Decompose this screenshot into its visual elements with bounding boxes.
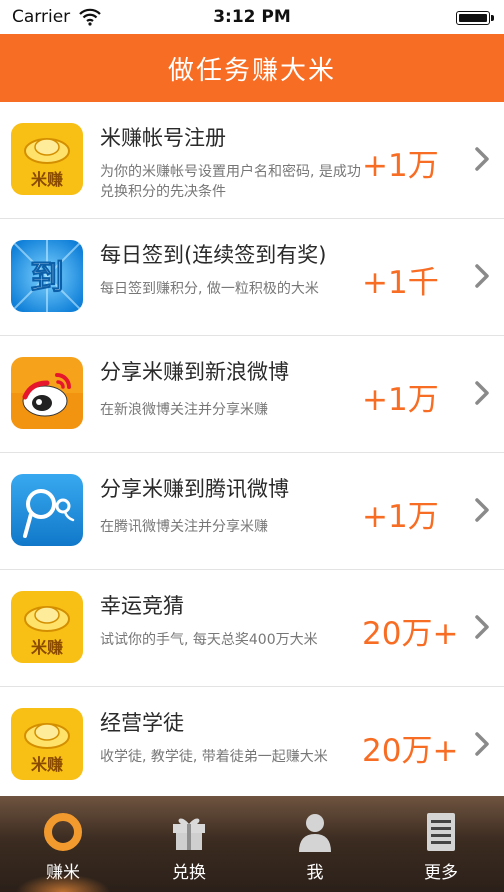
svg-text:米赚: 米赚: [31, 755, 63, 774]
task-reward: +1万: [362, 382, 439, 418]
task-row-register[interactable]: 米赚 米赚帐号注册 为你的米赚帐号设置用户名和密码, 是成功兑换积分的先决条件 …: [0, 102, 504, 219]
svg-text:米赚: 米赚: [31, 170, 63, 189]
task-name: 每日签到(连续签到有奖): [100, 243, 327, 267]
task-name: 经营学徒: [100, 711, 184, 735]
task-list[interactable]: 米赚 米赚帐号注册 为你的米赚帐号设置用户名和密码, 是成功兑换积分的先决条件 …: [0, 102, 504, 796]
svg-text:米赚: 米赚: [31, 638, 63, 657]
checkin-icon: 到: [11, 240, 83, 312]
chevron-right-icon: [475, 732, 489, 756]
task-row-sina-weibo[interactable]: 分享米赚到新浪微博 在新浪微博关注并分享米赚 +1万: [0, 336, 504, 453]
task-name: 分享米赚到新浪微博: [100, 360, 289, 384]
ring-icon: [39, 810, 87, 854]
task-name: 幸运竞猜: [100, 594, 184, 618]
tab-label: 更多: [424, 863, 458, 883]
tab-more[interactable]: 更多: [378, 796, 504, 892]
svg-text:到: 到: [30, 258, 64, 298]
tab-me[interactable]: 我: [252, 796, 378, 892]
task-row-checkin[interactable]: 到 每日签到(连续签到有奖) 每日签到赚积分, 做一粒积极的大米 +1千: [0, 219, 504, 336]
task-name: 米赚帐号注册: [100, 126, 226, 150]
task-name: 分享米赚到腾讯微博: [100, 477, 289, 501]
tab-label: 赚米: [46, 863, 80, 883]
nav-bar: 做任务赚大米: [0, 34, 504, 102]
chevron-right-icon: [475, 615, 489, 639]
battery-icon: [456, 11, 494, 25]
page-title: 做任务赚大米: [167, 55, 336, 86]
tab-earn[interactable]: 赚米: [0, 796, 126, 892]
chevron-right-icon: [475, 381, 489, 405]
task-desc: 每日签到赚积分, 做一粒积极的大米: [100, 281, 319, 297]
task-row-apprentice[interactable]: 米赚 经营学徒 收学徒, 教学徒, 带着徒弟一起赚大米 20万+: [0, 687, 504, 796]
task-row-lucky-guess[interactable]: 米赚 幸运竞猜 试试你的手气, 每天总奖400万大米 20万+: [0, 570, 504, 687]
chevron-right-icon: [475, 498, 489, 522]
mizhuan-ingot-icon: 米赚: [11, 123, 83, 195]
task-desc: 试试你的手气, 每天总奖400万大米: [100, 632, 318, 648]
task-reward: 20万+: [362, 616, 459, 652]
task-reward: +1万: [362, 499, 439, 535]
list-icon: [417, 810, 465, 854]
gift-icon: [165, 810, 213, 854]
user-icon: [291, 810, 339, 854]
chevron-right-icon: [475, 264, 489, 288]
tab-exchange[interactable]: 兑换: [126, 796, 252, 892]
status-bar: Carrier 3:12 PM: [0, 0, 504, 34]
task-reward: +1千: [362, 265, 439, 301]
tab-label: 兑换: [172, 863, 206, 883]
task-desc: 在腾讯微博关注并分享米赚: [100, 519, 268, 535]
tab-label: 我: [306, 863, 324, 883]
task-reward: 20万+: [362, 733, 459, 769]
chevron-right-icon: [475, 147, 489, 171]
task-desc: 在新浪微博关注并分享米赚: [100, 402, 268, 418]
tab-bar: 赚米 兑换 我 更多: [0, 796, 504, 892]
task-reward: +1万: [362, 148, 439, 184]
sina-weibo-icon: [11, 357, 83, 429]
task-desc: 为你的米赚帐号设置用户名和密码, 是成功兑换积分的先决条件: [100, 164, 361, 200]
mizhuan-ingot-icon: 米赚: [11, 591, 83, 663]
task-desc: 收学徒, 教学徒, 带着徒弟一起赚大米: [100, 749, 328, 765]
status-time: 3:12 PM: [213, 7, 291, 27]
tencent-weibo-icon: [11, 474, 83, 546]
mizhuan-ingot-icon: 米赚: [11, 708, 83, 780]
task-row-tencent-weibo[interactable]: 分享米赚到腾讯微博 在腾讯微博关注并分享米赚 +1万: [0, 453, 504, 570]
